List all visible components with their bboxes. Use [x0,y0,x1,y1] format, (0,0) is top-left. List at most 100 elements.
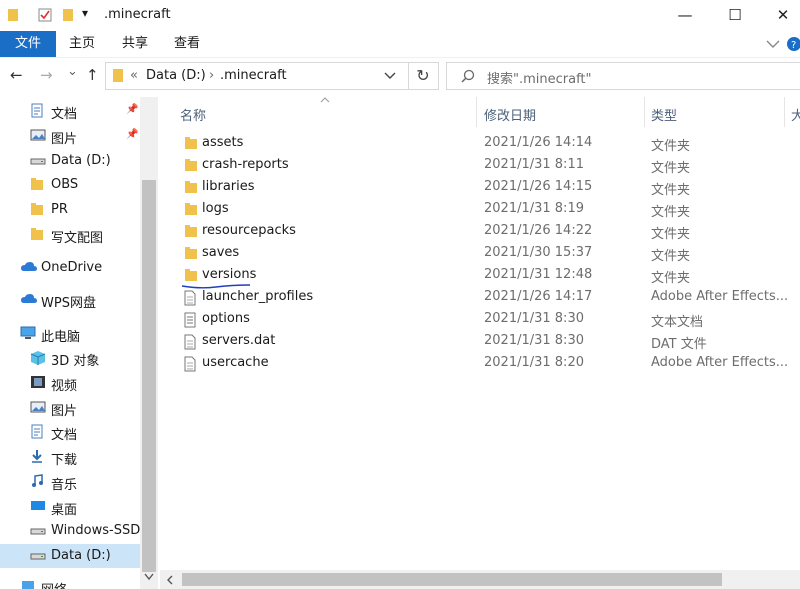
column-header-date[interactable]: 修改日期 [484,105,536,124]
scroll-left-icon[interactable] [166,575,174,585]
forward-button[interactable]: → [40,66,53,84]
file-row[interactable]: logs 2021/1/31 8:19 文件夹 [160,198,800,220]
search-box[interactable]: 搜索".minecraft" [446,62,800,90]
address-bar[interactable]: « Data (D:) › .minecraft [105,62,409,90]
recent-locations-button[interactable]: ⌄ [67,64,78,79]
file-name: usercache [202,355,269,370]
file-type: 文件夹 [651,161,691,176]
close-button[interactable]: ✕ [760,0,800,31]
sidebar-item[interactable]: 下载 [0,445,140,469]
column-header-name[interactable]: 名称 [180,105,206,124]
tab-home[interactable]: 主页 [62,31,102,57]
sidebar-item[interactable]: OBS [0,173,140,197]
tab-view[interactable]: 查看 [167,31,207,57]
column-header-type[interactable]: 类型 [651,105,677,124]
breadcrumb-drive[interactable]: Data (D:) [146,68,206,83]
sidebar-item-label: Windows-SSD ( [51,523,150,538]
sidebar-item[interactable]: PR [0,198,140,222]
file-name: saves [202,245,240,260]
file-row[interactable]: launcher_profiles 2021/1/26 14:17 Adobe Af… [160,286,800,308]
search-input[interactable]: 搜索".minecraft" [487,68,592,87]
sort-ascending-icon [320,97,330,103]
refresh-button[interactable]: ↻ [408,62,439,90]
file-list: 名称 修改日期 类型 大 assets 2021/1/26 14:14 文件夹 cra… [160,97,800,572]
folder-icon[interactable] [7,8,19,22]
tab-share[interactable]: 共享 [115,31,155,57]
file-type: 文件夹 [651,139,691,154]
file-row[interactable]: assets 2021/1/26 14:14 文件夹 [160,132,800,154]
file-type: Adobe After Effects... [651,355,789,370]
sidebar-item-label: Data (D:) [51,548,111,563]
file-date: 2021/1/26 14:22 [484,223,593,238]
minimize-button[interactable]: — [662,0,708,31]
horizontal-scrollbar[interactable] [160,570,800,589]
desktop-icon [30,499,46,517]
horizontal-scrollbar-thumb[interactable] [182,573,722,586]
file-row[interactable]: servers.dat 2021/1/31 8:30 DAT 文件 [160,330,800,352]
sidebar-item[interactable]: 文档 [0,420,140,444]
expand-ribbon-icon[interactable] [766,39,780,49]
sidebar-scrollbar-thumb[interactable] [142,180,156,572]
search-icon [461,69,475,83]
cloud-icon [20,292,38,310]
column-header-size[interactable]: 大 [791,105,800,124]
quick-access-dropdown-icon[interactable]: ▾ [82,6,88,20]
file-row[interactable]: resourcepacks 2021/1/26 14:22 文件夹 [160,220,800,242]
file-name: logs [202,201,229,216]
cube-icon [30,350,46,370]
scroll-down-icon[interactable] [144,573,154,581]
file-icon [184,334,196,354]
sidebar-item-label: Data (D:) [51,153,111,168]
sidebar-item[interactable]: 图片 [0,396,140,420]
sidebar-item[interactable]: 音乐 [0,470,140,494]
tab-file[interactable]: 文件 [0,31,56,57]
file-date: 2021/1/31 8:19 [484,201,584,216]
sidebar-item[interactable]: Windows-SSD ( [0,519,149,543]
sidebar-item[interactable]: 3D 对象 [0,346,140,370]
sidebar-item[interactable]: 图片 📌 [0,124,140,148]
sidebar-item[interactable]: 网络 [0,575,140,589]
file-date: 2021/1/31 8:11 [484,157,584,172]
sidebar-item[interactable]: Data (D:) [0,544,140,568]
sidebar-item[interactable]: Data (D:) [0,149,140,173]
file-date: 2021/1/31 12:48 [484,267,593,282]
folder-icon [113,69,123,82]
file-date: 2021/1/31 8:30 [484,333,584,348]
chevron-down-icon[interactable] [384,72,396,80]
computer-icon [20,326,36,344]
sidebar-item[interactable]: 此电脑 [0,322,140,346]
file-date: 2021/1/30 15:37 [484,245,593,260]
file-row[interactable]: versions 2021/1/31 12:48 文件夹 [160,264,800,286]
sidebar-item[interactable]: 文档 📌 [0,99,140,123]
file-row[interactable]: crash-reports 2021/1/31 8:11 文件夹 [160,154,800,176]
navigation-pane: 文档 📌 图片 📌 Data (D:) OBS PR 写文配图 OneDrive WPS网盘此电脑… [0,97,158,589]
file-row[interactable]: saves 2021/1/30 15:37 文件夹 [160,242,800,264]
file-date: 2021/1/26 14:17 [484,289,593,304]
file-row[interactable]: usercache 2021/1/31 8:20 Adobe After Effec… [160,352,800,374]
sidebar-item-label: PR [51,202,68,217]
file-type: Adobe After Effects... [651,289,789,304]
svg-text:?: ? [791,40,796,51]
column-divider[interactable] [784,97,785,127]
maximize-button[interactable]: ☐ [712,0,758,31]
file-row[interactable]: libraries 2021/1/26 14:15 文件夹 [160,176,800,198]
cloud-icon [20,260,38,278]
breadcrumb-separator[interactable]: › [209,68,214,83]
properties-check-icon[interactable] [38,8,52,22]
up-button[interactable]: ↑ [86,66,99,84]
breadcrumb-overflow[interactable]: « [130,68,138,83]
breadcrumb-folder[interactable]: .minecraft [220,68,287,83]
sidebar-item[interactable]: 桌面 [0,495,140,519]
sidebar-scrollbar[interactable] [140,97,158,589]
column-divider[interactable] [644,97,645,127]
column-divider[interactable] [476,97,477,127]
sidebar-item[interactable]: WPS网盘 [0,288,140,312]
sidebar-item[interactable]: 视频 [0,371,140,395]
back-button[interactable]: ← [10,66,23,84]
sidebar-item[interactable]: 写文配图 [0,223,140,247]
sidebar-item[interactable]: OneDrive [0,256,140,280]
file-type: 文件夹 [651,205,691,220]
help-icon[interactable]: ? [786,36,800,52]
file-row[interactable]: options 2021/1/31 8:30 文本文档 [160,308,800,330]
new-folder-icon[interactable] [62,8,74,22]
